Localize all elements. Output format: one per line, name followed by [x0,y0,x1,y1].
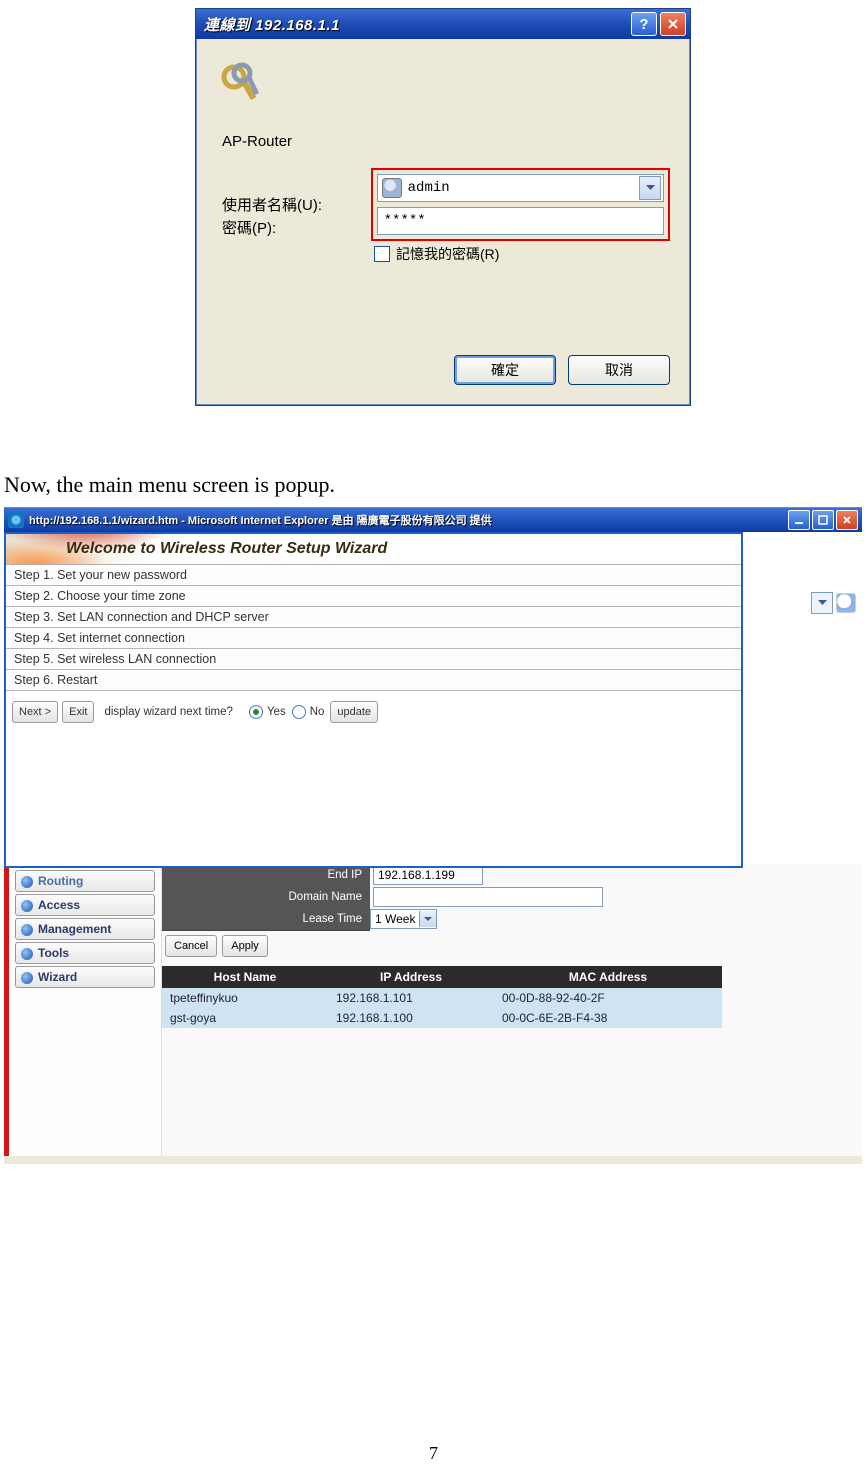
maximize-button[interactable] [812,510,834,530]
user-icon [382,178,402,198]
keys-icon [216,59,270,113]
sidebar-item-routing[interactable]: Routing [15,870,155,892]
wizard-step[interactable]: Step 6. Restart [6,670,741,691]
page-number: 7 [0,1443,867,1464]
browser-window: http://192.168.1.1/wizard.htm - Microsof… [4,507,862,1164]
dhcp-row[interactable]: gst-goya 192.168.1.100 00-0C-6E-2B-F4-38 [162,1008,722,1028]
cancel-button[interactable]: 取消 [568,355,670,385]
ie-icon [8,512,24,528]
background-dropdown [811,592,856,614]
sidebar-item-access[interactable]: Access [15,894,155,916]
dhcp-host: gst-goya [162,1008,328,1028]
admin-area: Routing Access Management Tools Wizard E… [9,864,862,1156]
dhcp-header-host: Host Name [162,966,328,988]
username-combo[interactable]: admin [377,174,664,202]
username-label: 使用者名稱(U): [216,194,371,215]
config-apply-button[interactable]: Apply [222,935,268,957]
domain-name-label: Domain Name [162,886,370,909]
remember-label: 記憶我的密碼(R) [396,244,499,264]
update-button[interactable]: update [330,701,378,723]
domain-name-input[interactable] [373,887,603,907]
login-title: 連線到 192.168.1.1 [204,14,631,35]
wizard-step[interactable]: Step 2. Choose your time zone [6,586,741,607]
password-label: 密碼(P): [216,217,372,238]
chevron-down-icon[interactable] [811,592,833,614]
sidebar-item-wizard[interactable]: Wizard [15,966,155,988]
dhcp-header-mac: MAC Address [494,966,722,988]
statusbar [4,1156,862,1164]
chevron-down-icon[interactable] [639,176,661,200]
wizard-step[interactable]: Step 3. Set LAN connection and DHCP serv… [6,607,741,628]
remember-checkbox[interactable] [374,246,390,262]
exit-label: Exit [69,706,87,718]
dhcp-mac: 00-0D-88-92-40-2F [494,988,722,1008]
lease-time-value: 1 Week [375,912,415,926]
end-ip-input[interactable]: 192.168.1.199 [373,865,483,885]
username-value: admin [408,180,639,196]
wizard-step[interactable]: Step 1. Set your new password [6,565,741,586]
help-button[interactable]: ? [631,12,657,36]
end-ip-value: 192.168.1.199 [378,868,455,882]
lease-time-label: Lease Time [162,908,370,931]
dhcp-ip: 192.168.1.101 [328,988,494,1008]
wizard-step[interactable]: Step 4. Set internet connection [6,628,741,649]
dhcp-header-row: Host Name IP Address MAC Address [162,966,722,988]
credentials-highlight: admin ***** [371,168,670,241]
ok-button[interactable]: 確定 [454,355,556,385]
realm-label: AP-Router [222,133,670,150]
dhcp-ip: 192.168.1.100 [328,1008,494,1028]
wizard-question: display wizard next time? [104,706,232,718]
login-dialog: 連線到 192.168.1.1 ? AP-Router 使用者名稱(U): ad… [195,8,691,406]
no-label: No [310,706,325,718]
dhcp-mac: 00-0C-6E-2B-F4-38 [494,1008,722,1028]
ok-label: 確定 [491,360,519,380]
config-apply-label: Apply [231,940,259,952]
minimize-button[interactable] [788,510,810,530]
browser-title: http://192.168.1.1/wizard.htm - Microsof… [29,512,788,528]
config-cancel-button[interactable]: Cancel [165,935,217,957]
wizard-popup: Welcome to Wireless Router Setup Wizard … [4,532,743,868]
dhcp-table: Host Name IP Address MAC Address tpeteff… [162,966,722,1028]
browser-close-button[interactable] [836,510,858,530]
sidebar-item-tools[interactable]: Tools [15,942,155,964]
close-button[interactable] [660,12,686,36]
wizard-steps: Step 1. Set your new password Step 2. Ch… [6,565,741,691]
sidebar: Routing Access Management Tools Wizard [9,864,162,1156]
chevron-down-icon [419,911,436,927]
dhcp-header-ip: IP Address [328,966,494,988]
config-cancel-label: Cancel [174,940,208,952]
next-label: Next > [19,706,51,718]
cancel-label: 取消 [605,360,633,380]
no-radio[interactable] [292,705,306,719]
wizard-banner: Welcome to Wireless Router Setup Wizard [6,534,741,565]
exit-button[interactable]: Exit [62,701,94,723]
browser-titlebar[interactable]: http://192.168.1.1/wizard.htm - Microsof… [4,508,862,532]
password-value: ***** [384,213,426,229]
next-button[interactable]: Next > [12,701,58,723]
wizard-step[interactable]: Step 5. Set wireless LAN connection [6,649,741,670]
search-icon[interactable] [836,593,856,613]
lease-time-select[interactable]: 1 Week [370,909,437,929]
update-label: update [337,706,371,718]
main-panel: End IP 192.168.1.199 Domain Name Lease T… [162,864,862,1156]
password-input[interactable]: ***** [377,207,664,235]
dhcp-row[interactable]: tpeteffinykuo 192.168.1.101 00-0D-88-92-… [162,988,722,1008]
dhcp-host: tpeteffinykuo [162,988,328,1008]
yes-label: Yes [267,706,286,718]
login-titlebar[interactable]: 連線到 192.168.1.1 ? [196,9,690,39]
yes-radio[interactable] [249,705,263,719]
wizard-title: Welcome to Wireless Router Setup Wizard [66,540,387,558]
body-text: Now, the main menu screen is popup. [4,472,335,498]
sidebar-item-management[interactable]: Management [15,918,155,940]
